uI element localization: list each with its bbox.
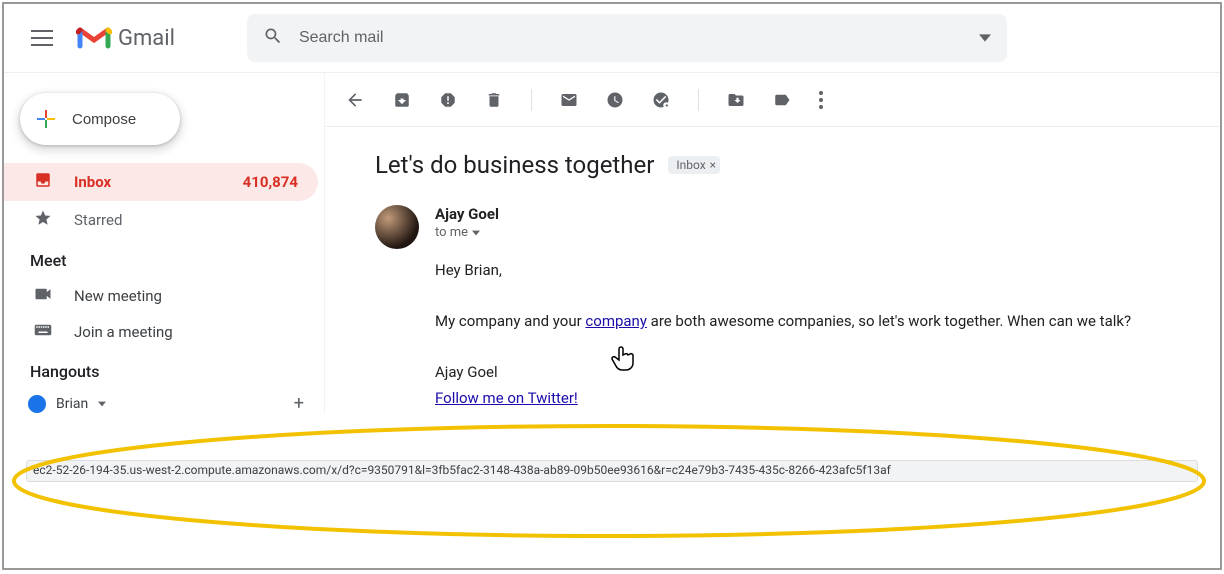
main-content: Let's do business together Inbox × Ajay … (324, 73, 1220, 414)
menu-icon[interactable] (20, 16, 64, 60)
delete-icon[interactable] (485, 91, 503, 109)
new-meeting-button[interactable]: New meeting (4, 278, 324, 314)
label-chip-inbox[interactable]: Inbox × (668, 156, 720, 174)
starred-label: Starred (74, 211, 122, 229)
new-meeting-label: New meeting (74, 287, 162, 305)
video-icon (34, 287, 52, 305)
chevron-down-icon (98, 401, 106, 407)
star-icon (34, 209, 52, 231)
move-icon[interactable] (727, 91, 745, 109)
chip-label: Inbox (676, 158, 705, 172)
toolbar-divider (531, 89, 532, 111)
inbox-label: Inbox (74, 173, 111, 191)
search-icon (263, 26, 283, 50)
recipient-toggle[interactable]: to me (435, 225, 1131, 240)
add-icon[interactable]: + (294, 393, 304, 414)
snooze-icon[interactable] (606, 91, 624, 109)
brand-text: Gmail (118, 26, 175, 51)
spam-icon[interactable] (439, 91, 457, 109)
add-task-icon[interactable] (652, 91, 670, 109)
chevron-down-icon (472, 230, 480, 236)
email-subject: Let's do business together (375, 151, 654, 179)
recipient-text: to me (435, 225, 468, 240)
join-meeting-button[interactable]: Join a meeting (4, 314, 324, 350)
plus-icon (34, 107, 58, 131)
hangouts-user: Brian (56, 396, 88, 412)
keyboard-icon (34, 323, 52, 341)
company-link[interactable]: company (585, 312, 647, 330)
twitter-link[interactable]: Follow me on Twitter! (435, 389, 578, 407)
sidebar: Compose Inbox 410,874 Starred Meet (4, 73, 324, 414)
sender-name: Ajay Goel (435, 205, 1131, 223)
email-toolbar (325, 73, 1220, 127)
gmail-logo[interactable]: Gmail (76, 24, 175, 52)
avatar-icon (28, 395, 46, 413)
sidebar-item-starred[interactable]: Starred (4, 201, 318, 239)
inbox-count: 410,874 (243, 173, 298, 191)
mark-unread-icon[interactable] (560, 91, 578, 109)
email-text: are both awesome companies, so let's wor… (647, 312, 1131, 330)
sidebar-item-inbox[interactable]: Inbox 410,874 (4, 163, 318, 201)
chip-close-icon[interactable]: × (710, 158, 716, 172)
email-signoff: Ajay Goel (435, 360, 1131, 386)
archive-icon[interactable] (393, 91, 411, 109)
sender-avatar[interactable] (375, 205, 419, 249)
email-greeting: Hey Brian, (435, 258, 1131, 284)
more-icon[interactable] (819, 91, 823, 109)
toolbar-divider (698, 89, 699, 111)
hangouts-user-row[interactable]: Brian + (4, 389, 324, 414)
compose-button[interactable]: Compose (20, 93, 180, 145)
join-meeting-label: Join a meeting (74, 323, 173, 341)
status-bar-url: ec2-52-26-194-35.us-west-2.compute.amazo… (26, 460, 1198, 482)
back-icon[interactable] (345, 90, 365, 110)
search-bar[interactable] (247, 14, 1007, 62)
compose-label: Compose (72, 111, 136, 128)
meet-title: Meet (4, 239, 324, 278)
search-input[interactable] (299, 29, 963, 47)
hangouts-title: Hangouts (4, 350, 324, 389)
inbox-icon (34, 171, 52, 193)
search-options-icon[interactable] (979, 29, 991, 48)
email-line1: My company and your company are both awe… (435, 309, 1131, 335)
email-text: My company and your (435, 312, 585, 330)
labels-icon[interactable] (773, 91, 791, 109)
